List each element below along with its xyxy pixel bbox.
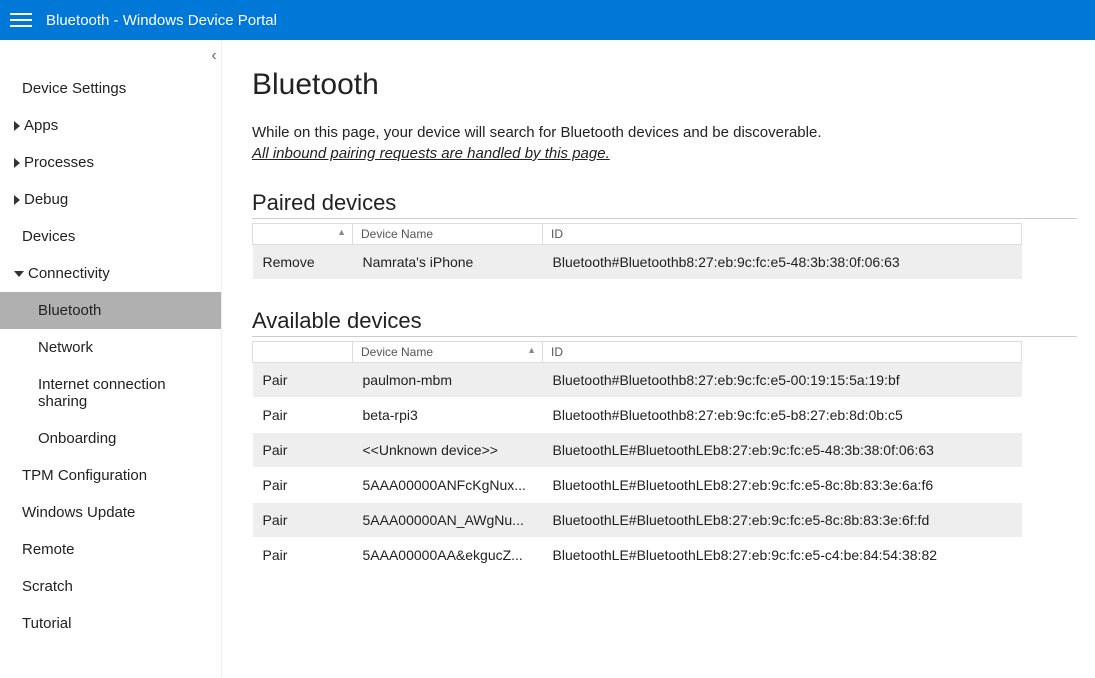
app-title: Bluetooth - Windows Device Portal — [46, 12, 277, 29]
pair-button[interactable]: Pair — [263, 512, 288, 528]
sidebar-item-scratch[interactable]: Scratch — [0, 568, 221, 605]
col-device-name[interactable]: Device Name — [353, 224, 543, 245]
device-id-cell: BluetoothLE#BluetoothLEb8:27:eb:9c:fc:e5… — [543, 433, 1022, 468]
device-name-cell: Namrata's iPhone — [353, 245, 543, 280]
sidebar-item-label: Processes — [24, 154, 94, 171]
caret-down-icon — [14, 271, 24, 277]
device-name-cell: 5AAA00000ANFcKgNux... — [353, 468, 543, 503]
sidebar-item-debug[interactable]: Debug — [0, 181, 221, 218]
main-content: Bluetooth While on this page, your devic… — [222, 40, 1095, 678]
sidebar-item-label: Windows Update — [22, 504, 135, 521]
col-device-name[interactable]: Device Name▲ — [353, 342, 543, 363]
pair-button[interactable]: Pair — [263, 407, 288, 423]
sidebar-item-label: Remote — [22, 541, 75, 558]
table-row: Pair 5AAA00000AA&ekgucZ...BluetoothLE#Blu… — [253, 538, 1022, 573]
page-title: Bluetooth — [252, 68, 1077, 102]
top-bar: Bluetooth - Windows Device Portal — [0, 0, 1095, 40]
sidebar-item-label: Internet connection sharing — [38, 376, 207, 410]
device-name-cell: paulmon-mbm — [353, 363, 543, 398]
sidebar-item-remote[interactable]: Remote — [0, 531, 221, 568]
table-row: Pair 5AAA00000ANFcKgNux...BluetoothLE#Blu… — [253, 468, 1022, 503]
paired-devices-heading: Paired devices — [252, 190, 1077, 219]
sidebar-item-label: TPM Configuration — [22, 467, 147, 484]
pair-button[interactable]: Pair — [263, 547, 288, 563]
caret-right-icon — [14, 158, 20, 168]
table-row: Pair 5AAA00000AN_AWgNu...BluetoothLE#Blue… — [253, 503, 1022, 538]
sidebar-item-label: Apps — [24, 117, 58, 134]
sidebar-item-label: Connectivity — [28, 265, 110, 282]
pair-button[interactable]: Pair — [263, 372, 288, 388]
remove-button[interactable]: Remove — [263, 254, 315, 270]
sidebar-item-label: Debug — [24, 191, 68, 208]
layout: ‹ Device Settings Apps Processes Debug D… — [0, 40, 1095, 678]
caret-right-icon — [14, 121, 20, 131]
sidebar-item-apps[interactable]: Apps — [0, 107, 221, 144]
sidebar-item-internet-connection-sharing[interactable]: Internet connection sharing — [0, 366, 221, 420]
device-name-cell: <<Unknown device>> — [353, 433, 543, 468]
device-id-cell: BluetoothLE#BluetoothLEb8:27:eb:9c:fc:e5… — [543, 538, 1022, 573]
device-name-cell: beta-rpi3 — [353, 398, 543, 433]
device-name-cell: 5AAA00000AN_AWgNu... — [353, 503, 543, 538]
pair-button[interactable]: Pair — [263, 442, 288, 458]
sidebar-item-device-settings[interactable]: Device Settings — [0, 70, 221, 107]
col-id[interactable]: ID — [543, 224, 1022, 245]
sidebar-item-label: Tutorial — [22, 615, 71, 632]
device-id-cell: Bluetooth#Bluetoothb8:27:eb:9c:fc:e5-00:… — [543, 363, 1022, 398]
sidebar-item-label: Onboarding — [38, 430, 116, 447]
pair-button[interactable]: Pair — [263, 477, 288, 493]
collapse-sidebar-icon[interactable]: ‹ — [205, 48, 223, 66]
page-description-line2: All inbound pairing requests are handled… — [252, 145, 610, 162]
device-name-cell: 5AAA00000AA&ekgucZ... — [353, 538, 543, 573]
sort-icon: ▲ — [527, 345, 536, 355]
sidebar-item-network[interactable]: Network — [0, 329, 221, 366]
sidebar-item-connectivity[interactable]: Connectivity — [0, 255, 221, 292]
sidebar-item-label: Device Settings — [22, 80, 126, 97]
table-row: Pair <<Unknown device>>BluetoothLE#Blueto… — [253, 433, 1022, 468]
sidebar: ‹ Device Settings Apps Processes Debug D… — [0, 40, 222, 678]
sidebar-item-bluetooth[interactable]: Bluetooth — [0, 292, 221, 329]
col-id[interactable]: ID — [543, 342, 1022, 363]
table-row: Remove Namrata's iPhoneBluetooth#Bluetoot… — [253, 245, 1022, 280]
sidebar-item-label: Bluetooth — [38, 302, 101, 319]
col-action[interactable]: ▲ — [253, 224, 353, 245]
table-row: Pair paulmon-mbmBluetooth#Bluetoothb8:27:… — [253, 363, 1022, 398]
available-devices-heading: Available devices — [252, 308, 1077, 337]
device-id-cell: BluetoothLE#BluetoothLEb8:27:eb:9c:fc:e5… — [543, 503, 1022, 538]
paired-devices-table: ▲ Device Name ID Remove Namrata's iPhoneB… — [252, 223, 1022, 280]
table-row: Pair beta-rpi3Bluetooth#Bluetoothb8:27:eb… — [253, 398, 1022, 433]
device-id-cell: BluetoothLE#BluetoothLEb8:27:eb:9c:fc:e5… — [543, 468, 1022, 503]
menu-icon[interactable] — [10, 9, 32, 31]
sidebar-item-onboarding[interactable]: Onboarding — [0, 420, 221, 457]
sidebar-item-tpm-configuration[interactable]: TPM Configuration — [0, 457, 221, 494]
available-devices-table: Device Name▲ ID Pairpaulmon-mbmBluetooth… — [252, 341, 1022, 573]
col-action[interactable] — [253, 342, 353, 363]
sidebar-item-tutorial[interactable]: Tutorial — [0, 605, 221, 642]
page-description-line1: While on this page, your device will sea… — [252, 124, 1077, 141]
sort-icon: ▲ — [337, 227, 346, 237]
sidebar-item-devices[interactable]: Devices — [0, 218, 221, 255]
caret-right-icon — [14, 195, 20, 205]
device-id-cell: Bluetooth#Bluetoothb8:27:eb:9c:fc:e5-b8:… — [543, 398, 1022, 433]
sidebar-item-label: Devices — [22, 228, 75, 245]
sidebar-item-processes[interactable]: Processes — [0, 144, 221, 181]
sidebar-item-windows-update[interactable]: Windows Update — [0, 494, 221, 531]
sidebar-item-label: Scratch — [22, 578, 73, 595]
sidebar-item-label: Network — [38, 339, 93, 356]
device-id-cell: Bluetooth#Bluetoothb8:27:eb:9c:fc:e5-48:… — [543, 245, 1022, 280]
